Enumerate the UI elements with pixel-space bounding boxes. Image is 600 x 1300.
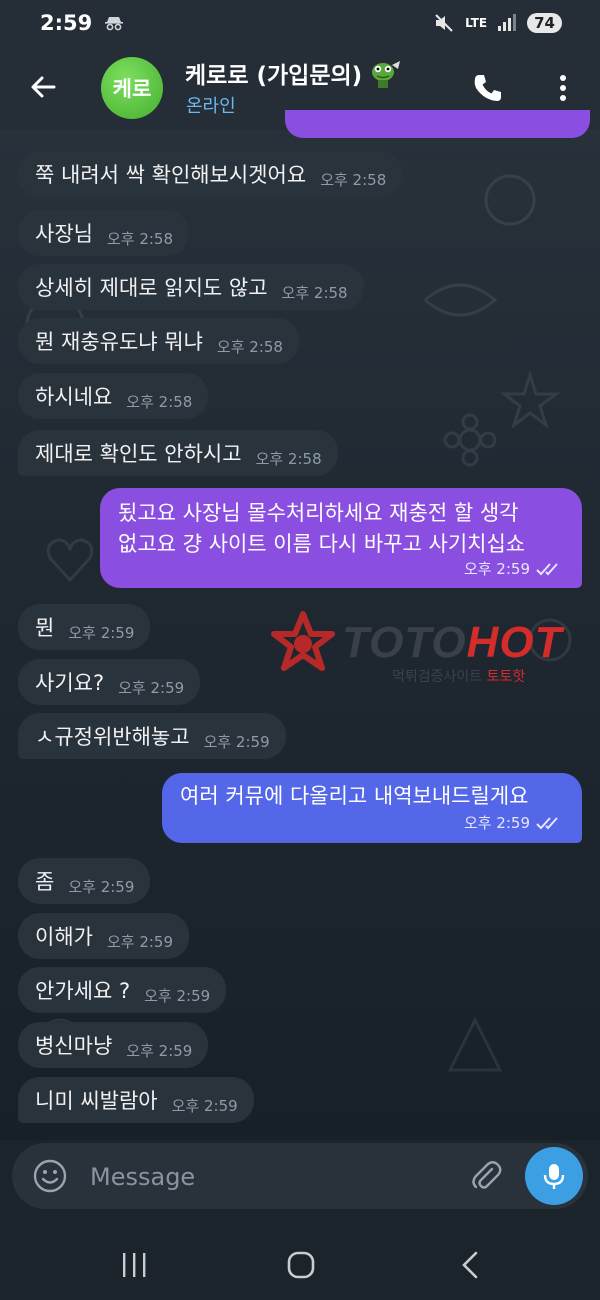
message-incoming[interactable]: ㅅ규정위반해놓고 오후 2:59	[18, 713, 286, 759]
home-icon[interactable]	[281, 1250, 321, 1280]
watermark-subtitle-part1: 먹튀검증사이트	[392, 669, 483, 685]
message-time: 오후 2:59	[203, 732, 270, 751]
nav-back-icon[interactable]	[450, 1250, 490, 1280]
status-bar: 2:59 LTE 74	[0, 0, 600, 46]
message-time: 오후 2:59	[144, 986, 211, 1005]
message-input[interactable]	[88, 1157, 452, 1197]
battery-indicator: 74	[527, 13, 562, 33]
message-text: 사기요?	[35, 671, 105, 695]
signal-icon	[498, 14, 517, 31]
message-incoming[interactable]: 사장님 오후 2:58	[18, 210, 190, 256]
message-composer	[12, 1143, 588, 1209]
watermark-subtitle-part2: 토토핫	[486, 669, 526, 685]
watermark-brand: TOTOHOT	[342, 618, 563, 668]
message-incoming[interactable]: 뭔 오후 2:59	[18, 604, 151, 650]
chat-title-text: 케로로 (가입문의)	[185, 63, 363, 89]
message-text: 병신마냥	[35, 1034, 113, 1058]
previous-message-edge	[285, 110, 590, 138]
message-text: 하시네요	[35, 385, 113, 409]
message-outgoing[interactable]: 됬고요 사장님 몰수처리하세요 재충전 할 생각 없고요 걍 사이트 이름 다시…	[100, 488, 582, 588]
message-incoming[interactable]: 상세히 제대로 읽지도 않고 오후 2:58	[18, 264, 364, 310]
system-navigation-bar	[0, 1230, 600, 1300]
watermark-logo-icon	[271, 611, 335, 671]
message-text: 좀	[35, 870, 55, 894]
message-incoming[interactable]: 병신마냥 오후 2:59	[18, 1022, 209, 1068]
phone-icon[interactable]	[470, 70, 506, 106]
message-text-line-1: 됬고요 사장님 몰수처리하세요 재충전 할 생각	[118, 501, 519, 525]
message-time: 오후 2:58	[255, 449, 322, 468]
message-incoming[interactable]: 이해가 오후 2:59	[18, 913, 190, 959]
double-check-icon	[536, 562, 558, 575]
chat-title[interactable]: 케로로 (가입문의)	[185, 56, 402, 90]
message-text: 뭔	[35, 616, 55, 640]
message-time: 오후 2:58	[281, 283, 348, 302]
message-text-line-2: 없고요 걍 사이트 이름 다시 바꾸고 사기치십쇼	[118, 532, 526, 556]
attachment-icon[interactable]	[468, 1158, 504, 1194]
message-incoming[interactable]: 사기요? 오후 2:59	[18, 659, 201, 705]
message-incoming[interactable]: 좀 오후 2:59	[18, 858, 151, 904]
message-incoming[interactable]: 안가세요 ? 오후 2:59	[18, 967, 227, 1013]
message-time: 오후 2:59	[118, 678, 185, 697]
status-time: 2:59	[40, 11, 93, 35]
message-time: 오후 2:58	[106, 229, 174, 248]
microphone-icon	[543, 1164, 565, 1189]
avatar[interactable]: 케로	[101, 57, 163, 119]
message-meta: 오후 2:59	[118, 558, 564, 579]
message-time: 오후 2:59	[463, 560, 530, 578]
double-check-icon	[536, 816, 558, 829]
message-incoming[interactable]: 뭔 재충유도냐 뭐냐 오후 2:58	[18, 318, 299, 364]
watermark: TOTOHOT 먹튀검증사이트 토토핫	[270, 610, 590, 690]
message-text: 상세히 제대로 읽지도 않고	[35, 276, 268, 300]
watermark-subtitle: 먹튀검증사이트 토토핫	[392, 666, 525, 686]
message-text: 쭉 내려서 싹 확인해보시겟어요	[35, 163, 307, 187]
message-incoming[interactable]: 제대로 확인도 안하시고 오후 2:58	[18, 430, 338, 476]
message-time: 오후 2:58	[216, 337, 283, 356]
mute-icon	[435, 14, 453, 32]
watermark-brand-part1: TOTO	[342, 618, 467, 667]
recent-apps-icon[interactable]	[114, 1250, 154, 1280]
incognito-icon	[105, 17, 124, 31]
message-incoming[interactable]: 하시네요 오후 2:58	[18, 373, 209, 419]
message-text: 안가세요 ?	[35, 979, 131, 1003]
message-text: 뭔 재충유도냐 뭐냐	[35, 330, 203, 354]
message-text: 사장님	[35, 222, 93, 246]
message-time: 오후 2:59	[68, 623, 135, 642]
back-arrow-icon[interactable]	[26, 70, 60, 104]
avatar-initials: 케로	[112, 77, 152, 101]
message-incoming[interactable]: 쭉 내려서 싹 확인해보시겟어요 오후 2:58	[18, 151, 403, 197]
message-outgoing[interactable]: 여러 커뮤에 다올리고 내역보내드릴게요 오후 2:59	[162, 773, 582, 843]
frog-emoji-icon	[372, 61, 401, 88]
message-time: 오후 2:58	[126, 392, 193, 411]
emoji-icon[interactable]	[32, 1158, 68, 1194]
message-time: 오후 2:59	[171, 1096, 238, 1115]
message-time: 오후 2:59	[68, 877, 135, 896]
message-meta: 오후 2:59	[180, 812, 564, 833]
network-type: LTE	[465, 16, 488, 30]
more-options-icon[interactable]	[548, 70, 578, 106]
message-time: 오후 2:58	[320, 170, 387, 189]
message-time: 오후 2:59	[463, 814, 530, 832]
message-text: 니미 씨발람아	[35, 1089, 158, 1113]
message-text: 이해가	[35, 925, 93, 949]
microphone-button[interactable]	[525, 1147, 583, 1205]
online-status: 온라인	[186, 96, 236, 117]
watermark-brand-part2: HOT	[466, 618, 563, 667]
message-time: 오후 2:59	[126, 1041, 193, 1060]
message-time: 오후 2:59	[106, 932, 174, 951]
message-text: 여러 커뮤에 다올리고 내역보내드릴게요	[180, 784, 529, 808]
message-text: 제대로 확인도 안하시고	[35, 442, 242, 466]
message-incoming[interactable]: 니미 씨발람아 오후 2:59	[18, 1077, 254, 1123]
message-text: ㅅ규정위반해놓고	[35, 725, 190, 749]
